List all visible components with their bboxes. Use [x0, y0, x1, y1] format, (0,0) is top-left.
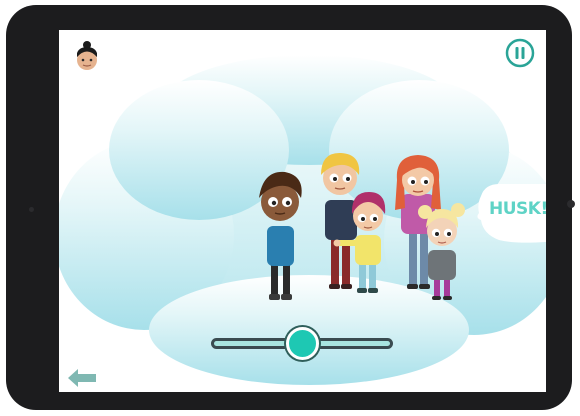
husk-label[interactable]: HUSK! — [489, 199, 546, 219]
home-button — [567, 200, 575, 208]
app-screen: HUSK! — [59, 30, 546, 392]
character-boy-blue — [259, 171, 302, 300]
progress-slider[interactable] — [211, 326, 395, 362]
back-arrow-icon[interactable] — [67, 368, 97, 388]
character-boy-blond — [321, 152, 360, 289]
tablet-sensor — [29, 207, 34, 212]
slider-thumb[interactable] — [286, 327, 319, 360]
